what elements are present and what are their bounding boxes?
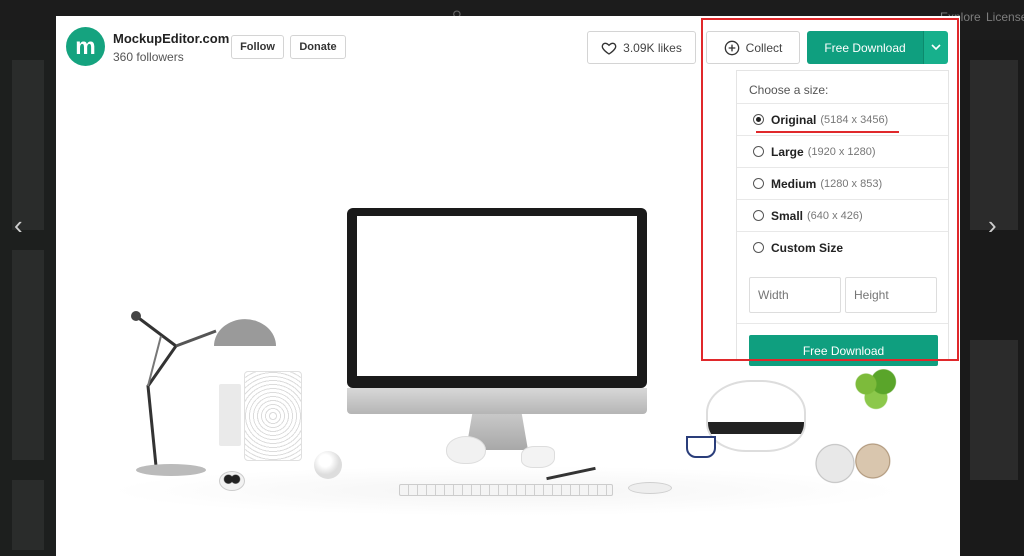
ornament-ball-image <box>314 451 342 479</box>
cup-image <box>686 436 716 458</box>
headphones-image <box>808 436 898 486</box>
divider <box>737 323 948 324</box>
photo-modal: m MockupEditor.com 360 followers Follow … <box>56 16 960 556</box>
size-dimensions: (1280 x 853) <box>820 177 883 190</box>
dropdown-download-button[interactable]: Free Download <box>749 335 938 366</box>
radio-button[interactable] <box>753 178 764 189</box>
follow-button[interactable]: Follow <box>231 35 284 59</box>
custom-height-input[interactable] <box>845 277 937 313</box>
heart-icon <box>601 42 617 55</box>
background-left-gallery <box>0 40 56 556</box>
background-nav-license[interactable]: License <box>986 10 1024 24</box>
chevron-down-icon <box>931 44 941 51</box>
download-options-toggle[interactable] <box>923 31 948 64</box>
size-label: Custom Size <box>771 240 844 255</box>
background-thumbnail <box>12 250 44 460</box>
collect-button[interactable]: Collect <box>706 31 800 64</box>
size-option-original[interactable]: Original (5184 x 3456) <box>737 103 948 135</box>
size-dimensions: (640 x 426) <box>807 209 863 222</box>
size-option-small[interactable]: Small (640 x 426) <box>737 199 948 231</box>
size-option-large[interactable]: Large (1920 x 1280) <box>737 135 948 167</box>
size-dimensions: (1920 x 1280) <box>807 145 876 158</box>
plant-image <box>851 366 901 411</box>
background-thumbnail <box>12 60 44 230</box>
mouse-image <box>628 482 672 494</box>
background-thumbnail <box>970 340 1018 480</box>
size-option-custom[interactable]: Custom Size <box>737 231 948 263</box>
size-label: Small <box>771 208 804 223</box>
donate-button[interactable]: Donate <box>290 35 346 59</box>
collect-label: Collect <box>745 40 783 55</box>
likes-count: 3.09K likes <box>623 40 682 55</box>
author-name[interactable]: MockupEditor.com <box>113 31 229 46</box>
keyboard-image <box>399 484 613 496</box>
imac-screen <box>357 216 637 376</box>
background-thumbnail <box>12 480 44 550</box>
size-label: Medium <box>771 176 817 191</box>
plus-circle-icon <box>724 40 739 55</box>
free-download-button[interactable]: Free Download <box>807 31 923 64</box>
bird-figurine-image <box>446 436 486 464</box>
teapot-image <box>706 380 806 452</box>
vase-image <box>244 371 302 461</box>
radio-button[interactable] <box>753 146 764 157</box>
imac-chin <box>347 388 647 414</box>
custom-width-input[interactable] <box>749 277 841 313</box>
previous-arrow-icon[interactable]: ‹ <box>14 212 23 238</box>
pen-cup-image <box>219 384 241 446</box>
next-arrow-icon[interactable]: › <box>988 212 997 238</box>
dropdown-title: Choose a size: <box>749 83 829 97</box>
radio-button[interactable] <box>753 210 764 221</box>
author-avatar[interactable]: m <box>66 27 105 66</box>
download-size-dropdown: Choose a size: Original (5184 x 3456) La… <box>736 70 949 366</box>
size-label: Original <box>771 112 817 127</box>
size-label: Large <box>771 144 804 159</box>
size-option-medium[interactable]: Medium (1280 x 853) <box>737 167 948 199</box>
size-dimensions: (5184 x 3456) <box>820 113 889 126</box>
background-thumbnail <box>970 60 1018 230</box>
teapot-band <box>708 422 804 434</box>
panda-figurine-image <box>219 471 245 491</box>
follower-count: 360 followers <box>113 50 184 64</box>
background-right-gallery <box>960 40 1024 556</box>
like-button[interactable]: 3.09K likes <box>587 31 696 64</box>
radio-button[interactable] <box>753 114 764 125</box>
crumpled-paper-image <box>521 446 555 468</box>
imac-image <box>347 208 647 388</box>
red-underline-annotation <box>756 131 899 133</box>
radio-button[interactable] <box>753 242 764 253</box>
